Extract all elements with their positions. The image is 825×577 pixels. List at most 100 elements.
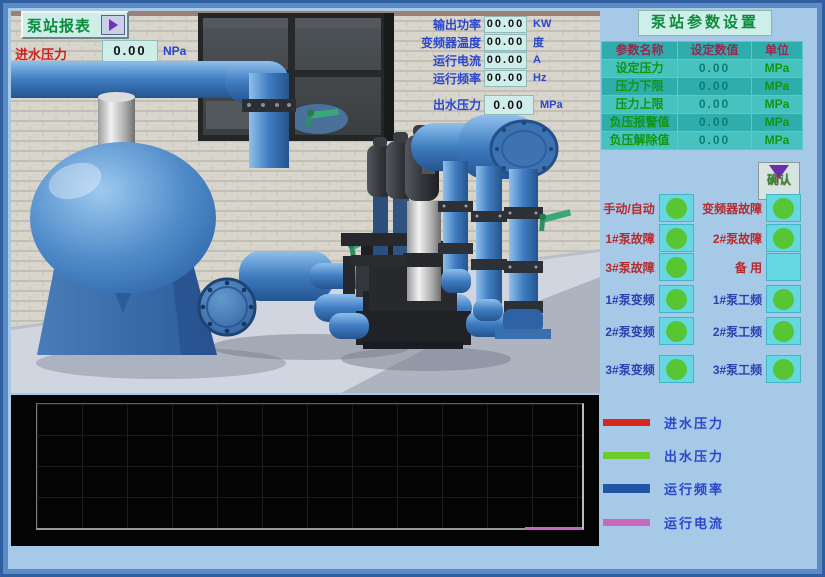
- legend-label: 进水压力: [664, 413, 724, 432]
- indicator-row: 1#泵故障 2#泵故障: [600, 224, 801, 252]
- legend-swatch-current: [603, 519, 650, 526]
- legend-swatch-outlet: [603, 452, 650, 459]
- readout-row: 输出功率 00.00 KW: [403, 16, 573, 32]
- lamp-icon: [773, 321, 794, 342]
- param-value[interactable]: 0.00: [678, 60, 751, 77]
- lamp-icon: [666, 359, 687, 380]
- param-unit: MPa: [752, 114, 802, 131]
- param-name: 负压报警值: [602, 114, 677, 131]
- outlet-pressure-value: 0.00: [484, 95, 534, 115]
- play-arrow-icon[interactable]: [101, 15, 125, 35]
- col-header: 设定数值: [678, 42, 751, 59]
- lamp-icon: [666, 198, 687, 219]
- trend-plot-area: [36, 403, 584, 530]
- status-lamp-pump3-fault[interactable]: [659, 253, 694, 281]
- run-current-unit: A: [533, 54, 541, 66]
- status-lamp-pump3-mains[interactable]: [766, 355, 801, 383]
- readout-row: 运行电流 00.00 A: [403, 52, 573, 68]
- indicator-label: 备 用: [694, 259, 763, 276]
- legend-swatch-frequency: [603, 484, 650, 493]
- run-frequency-unit: Hz: [533, 72, 546, 84]
- indicator-label: 变频器故障: [694, 200, 763, 217]
- inlet-pressure-unit: NPa: [163, 44, 186, 58]
- run-frequency-value: 00.00: [484, 70, 527, 87]
- readout-row: 出水压力 0.00 MPa: [403, 95, 573, 114]
- indicator-row: 3#泵变频 3#泵工频: [600, 355, 801, 383]
- inlet-pressure-value: 0.00: [102, 40, 158, 62]
- status-lamp-pump2-vfd[interactable]: [659, 317, 694, 345]
- indicator-label: 1#泵变频: [600, 291, 655, 308]
- output-power-value: 00.00: [484, 16, 527, 33]
- status-lamp-pump1-vfd[interactable]: [659, 285, 694, 313]
- indicator-row: 1#泵变频 1#泵工频: [600, 285, 801, 313]
- run-current-trend-line: [525, 527, 582, 530]
- indicator-row: 2#泵变频 2#泵工频: [600, 317, 801, 345]
- param-name: 负压解除值: [602, 132, 677, 149]
- indicator-label: 2#泵工频: [694, 323, 763, 340]
- report-button[interactable]: 泵站报表: [21, 11, 129, 39]
- lamp-icon: [773, 228, 794, 249]
- run-frequency-label: 运行频率: [403, 70, 481, 87]
- col-header: 单位: [752, 42, 802, 59]
- legend-item: 出水压力: [603, 447, 813, 463]
- legend-label: 运行频率: [664, 479, 724, 498]
- legend-label: 出水压力: [664, 446, 724, 465]
- lamp-icon: [773, 289, 794, 310]
- indicator-row: 3#泵故障 备 用: [600, 253, 801, 281]
- pressure-tank: [30, 142, 217, 355]
- param-value[interactable]: 0.00: [678, 132, 751, 149]
- lamp-icon: [666, 228, 687, 249]
- param-name: 压力上限: [602, 96, 677, 113]
- inverter-temp-value: 00.00: [484, 34, 527, 51]
- param-name: 设定压力: [602, 60, 677, 77]
- indicator-row: 手动/自动 变频器故障: [600, 194, 801, 222]
- legend-item: 进水压力: [603, 414, 813, 430]
- status-lamp-vfd-fault[interactable]: [766, 194, 801, 222]
- settings-panel-title: 泵站参数设置: [638, 10, 772, 36]
- trend-chart[interactable]: [11, 395, 599, 546]
- indicator-label: 3#泵故障: [600, 259, 655, 276]
- run-current-label: 运行电流: [403, 52, 481, 69]
- param-value[interactable]: 0.00: [678, 78, 751, 95]
- param-unit: MPa: [752, 78, 802, 95]
- pump-station-hmi: 泵站报表 进水压力 0.00 NPa 输出功率 00.00 KW 变频器温度 0…: [0, 0, 825, 577]
- lamp-icon: [773, 198, 794, 219]
- param-unit: MPa: [752, 60, 802, 77]
- outlet-pressure-unit: MPa: [540, 99, 563, 111]
- lamp-icon: [666, 289, 687, 310]
- param-name: 压力下限: [602, 78, 677, 95]
- param-value[interactable]: 0.00: [678, 96, 751, 113]
- confirm-button-label: 确认: [767, 171, 791, 188]
- legend-label: 运行电流: [664, 513, 724, 532]
- legend-item: 运行电流: [603, 514, 813, 530]
- status-lamp-pump1-mains[interactable]: [766, 285, 801, 313]
- indicator-label: 1#泵故障: [600, 230, 655, 247]
- outlet-pressure-label: 出水压力: [403, 96, 481, 113]
- lamp-icon: [773, 359, 794, 380]
- settings-table: 参数名称 设定数值 单位 设定压力 0.00 MPa 压力下限 0.00 MPa…: [601, 41, 803, 150]
- indicator-label: 3#泵工频: [694, 361, 763, 378]
- legend-swatch-inlet: [603, 419, 650, 426]
- status-lamp-pump2-mains[interactable]: [766, 317, 801, 345]
- param-unit: MPa: [752, 132, 802, 149]
- readout-row: 运行频率 00.00 Hz: [403, 70, 573, 86]
- param-unit: MPa: [752, 96, 802, 113]
- report-button-label: 泵站报表: [23, 15, 101, 36]
- status-lamp-manual-auto[interactable]: [659, 194, 694, 222]
- param-value[interactable]: 0.00: [678, 114, 751, 131]
- indicator-label: 3#泵变频: [600, 361, 655, 378]
- status-lamp-pump1-fault[interactable]: [659, 224, 694, 252]
- status-lamp-spare[interactable]: [766, 253, 801, 281]
- legend-item: 运行频率: [603, 480, 813, 496]
- lamp-icon: [666, 321, 687, 342]
- inlet-pressure-label: 进水压力: [15, 44, 67, 63]
- indicator-label: 2#泵故障: [694, 230, 763, 247]
- inverter-temp-label: 变频器温度: [403, 34, 481, 51]
- status-lamp-pump3-vfd[interactable]: [659, 355, 694, 383]
- output-power-label: 输出功率: [403, 16, 481, 33]
- status-lamp-pump2-fault[interactable]: [766, 224, 801, 252]
- col-header: 参数名称: [602, 42, 677, 59]
- indicator-label: 手动/自动: [600, 200, 655, 217]
- indicator-label: 2#泵变频: [600, 323, 655, 340]
- indicator-label: 1#泵工频: [694, 291, 763, 308]
